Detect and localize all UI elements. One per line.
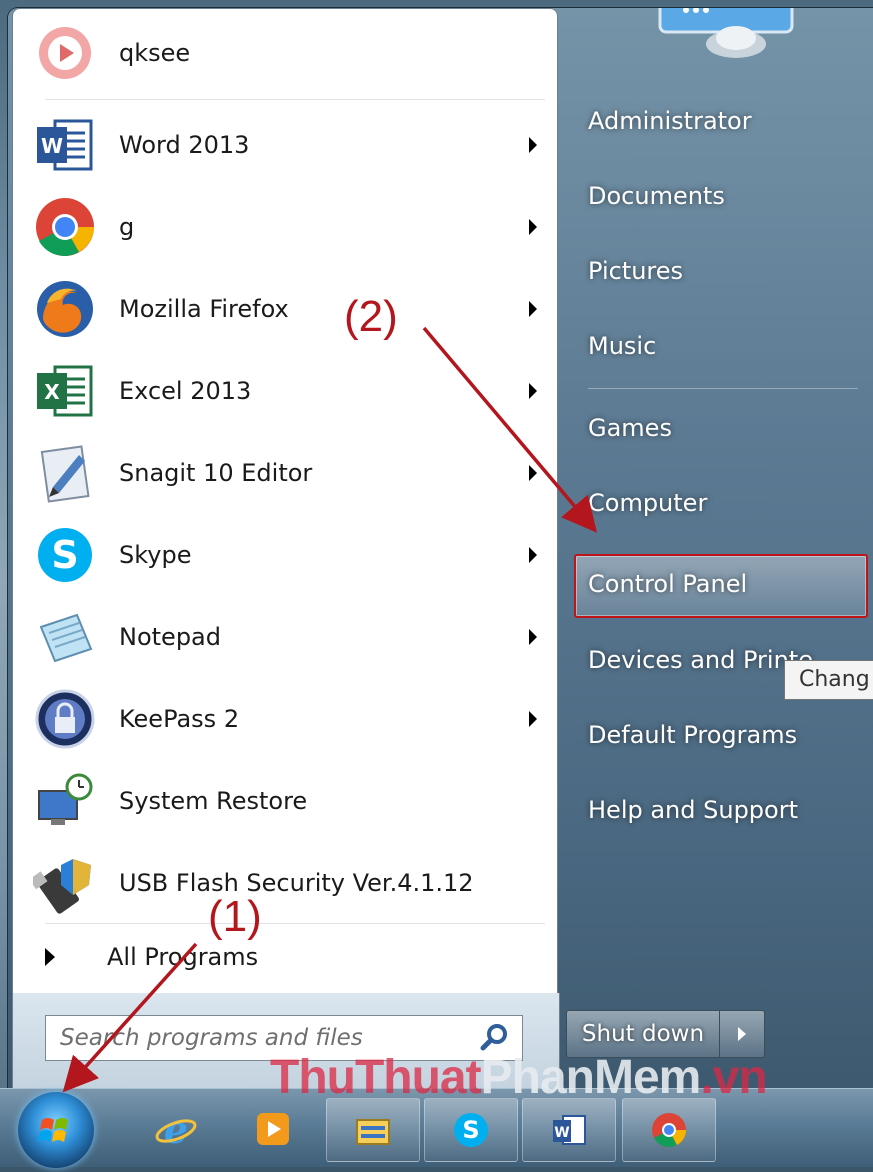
- svg-text:W: W: [41, 134, 63, 158]
- place-computer[interactable]: Computer: [574, 474, 864, 532]
- separator: [45, 99, 545, 100]
- svg-text:W: W: [554, 1125, 569, 1141]
- annotation-step-1: (1): [208, 892, 262, 941]
- submenu-arrow-icon[interactable]: [529, 629, 537, 645]
- program-label: System Restore: [119, 787, 308, 815]
- watermark-part-2: PhanMem: [480, 1051, 702, 1104]
- submenu-arrow-icon[interactable]: [529, 547, 537, 563]
- program-item-firefox[interactable]: Mozilla Firefox: [21, 269, 551, 349]
- program-item-system-restore[interactable]: System Restore: [21, 761, 551, 841]
- submenu-arrow-icon[interactable]: [529, 711, 537, 727]
- skype-icon: S: [31, 521, 99, 589]
- watermark-part-3: .vn: [700, 1051, 767, 1104]
- place-label: Music: [588, 332, 657, 360]
- place-label: Control Panel: [588, 570, 748, 598]
- program-label: USB Flash Security Ver.4.1.12: [119, 869, 474, 897]
- program-label: Snagit 10 Editor: [119, 459, 313, 487]
- word-icon: W: [31, 111, 99, 179]
- program-label: qksee: [119, 39, 191, 67]
- place-label: Default Programs: [588, 721, 798, 749]
- places-pane: Administrator Documents Pictures Music G…: [560, 8, 873, 1088]
- submenu-arrow-icon[interactable]: [529, 465, 537, 481]
- keepass-icon: [31, 685, 99, 753]
- skype-taskbar-icon[interactable]: S: [424, 1098, 518, 1162]
- program-item-snagit[interactable]: Snagit 10 Editor: [21, 433, 551, 513]
- place-help-and-support[interactable]: Help and Support: [574, 781, 864, 839]
- usb-flash-icon: [31, 849, 99, 917]
- svg-text:S: S: [51, 533, 78, 577]
- submenu-arrow-icon[interactable]: [529, 301, 537, 317]
- place-default-programs[interactable]: Default Programs: [574, 706, 864, 764]
- program-item-excel[interactable]: X Excel 2013: [21, 351, 551, 431]
- program-label: Mozilla Firefox: [119, 295, 289, 323]
- internet-explorer-icon[interactable]: e: [150, 1098, 202, 1160]
- program-label: KeePass 2: [119, 705, 240, 733]
- place-control-panel[interactable]: Control Panel: [574, 555, 864, 613]
- place-label: Administrator: [588, 107, 752, 135]
- watermark-part-1: ThuThuat: [270, 1051, 482, 1104]
- program-item-qksee[interactable]: qksee: [21, 13, 551, 93]
- place-label: Documents: [588, 182, 725, 210]
- snagit-icon: [31, 439, 99, 507]
- expand-arrow-icon: [45, 948, 55, 966]
- place-pictures[interactable]: Pictures: [574, 242, 864, 300]
- program-label: Excel 2013: [119, 377, 252, 405]
- file-explorer-icon[interactable]: [326, 1098, 420, 1162]
- svg-text:e: e: [164, 1107, 188, 1151]
- user-picture-icon[interactable]: [656, 8, 796, 58]
- separator: [588, 388, 858, 389]
- place-label: Computer: [588, 489, 708, 517]
- tooltip: Chang: [784, 660, 873, 700]
- program-item-keepass[interactable]: KeePass 2: [21, 679, 551, 759]
- program-label: Notepad: [119, 623, 221, 651]
- program-item-word[interactable]: W Word 2013: [21, 105, 551, 185]
- program-item-notepad[interactable]: Notepad: [21, 597, 551, 677]
- annotation-step-2: (2): [344, 292, 398, 341]
- start-orb[interactable]: [18, 1092, 94, 1168]
- place-label: Games: [588, 414, 672, 442]
- excel-icon: X: [31, 357, 99, 425]
- chrome-icon: [31, 193, 99, 261]
- place-label: Pictures: [588, 257, 684, 285]
- place-music[interactable]: Music: [574, 317, 864, 375]
- program-label: g: [119, 213, 135, 241]
- chevron-right-icon: [738, 1027, 746, 1041]
- all-programs-label: All Programs: [107, 943, 259, 971]
- program-label: Word 2013: [119, 131, 250, 159]
- qksee-icon: [31, 19, 99, 87]
- program-item-g[interactable]: g: [21, 187, 551, 267]
- place-administrator[interactable]: Administrator: [574, 92, 864, 150]
- program-item-usb-flash-security[interactable]: USB Flash Security Ver.4.1.12: [21, 843, 551, 923]
- svg-text:S: S: [462, 1116, 479, 1144]
- programs-pane: qksee W Word 2013 g Mozilla Firefox X Ex…: [12, 8, 558, 995]
- place-documents[interactable]: Documents: [574, 167, 864, 225]
- separator: [45, 923, 545, 924]
- watermark: ThuThuatPhanMem.vn: [270, 1050, 768, 1105]
- submenu-arrow-icon[interactable]: [529, 383, 537, 399]
- program-label: Skype: [119, 541, 192, 569]
- place-games[interactable]: Games: [574, 399, 864, 457]
- media-player-icon[interactable]: [248, 1098, 298, 1160]
- place-label: Devices and Printe: [588, 646, 813, 674]
- submenu-arrow-icon[interactable]: [529, 219, 537, 235]
- firefox-icon: [31, 275, 99, 343]
- svg-text:X: X: [44, 380, 60, 404]
- program-item-skype[interactable]: S Skype: [21, 515, 551, 595]
- submenu-arrow-icon[interactable]: [529, 137, 537, 153]
- system-restore-icon: [31, 767, 99, 835]
- start-menu: qksee W Word 2013 g Mozilla Firefox X Ex…: [8, 8, 873, 1088]
- chrome-taskbar-icon[interactable]: [622, 1098, 716, 1162]
- notepad-icon: [31, 603, 99, 671]
- place-label: Help and Support: [588, 796, 798, 824]
- word-taskbar-icon[interactable]: W: [522, 1098, 616, 1162]
